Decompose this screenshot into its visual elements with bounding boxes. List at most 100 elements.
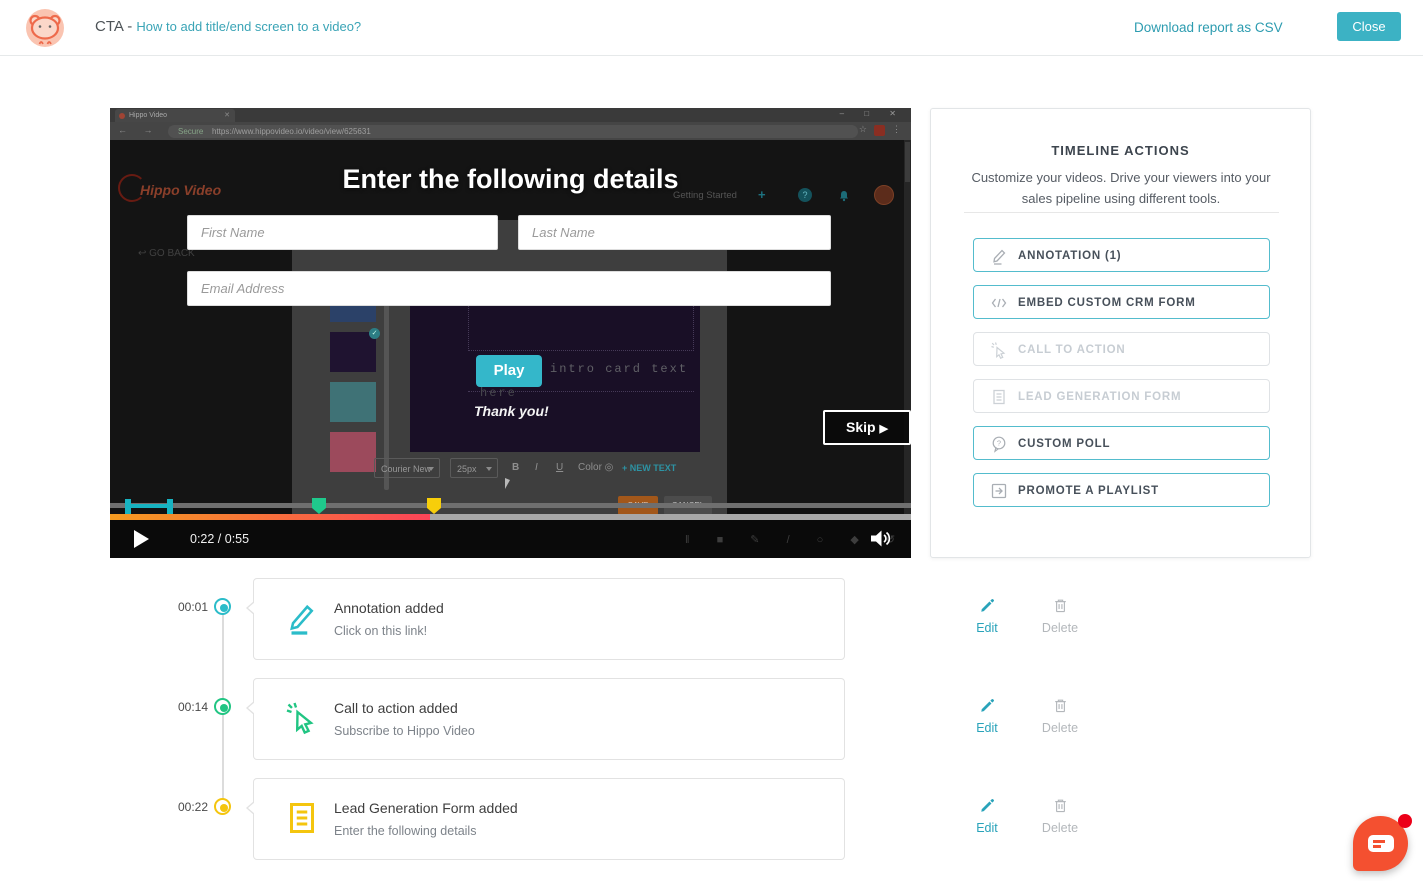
- color-picker-label: Color ◎: [578, 462, 613, 473]
- delete-label: Delete: [1034, 721, 1086, 735]
- cta-marker[interactable]: [312, 498, 326, 508]
- close-button[interactable]: Close: [1337, 12, 1401, 41]
- event-card-cta: Call to action added Subscribe to Hippo …: [253, 678, 845, 760]
- play-button[interactable]: [134, 530, 149, 548]
- action-label: PROMOTE A PLAYLIST: [1018, 474, 1159, 508]
- font-family-select: Courier New: [374, 458, 440, 478]
- font-family-value: Courier New: [381, 464, 431, 474]
- url-text: https://www.hippovideo.io/video/view/625…: [212, 125, 371, 138]
- thank-you-text: Thank you!: [474, 403, 549, 419]
- bookmark-star-icon: ☆: [859, 124, 867, 135]
- delete-button[interactable]: Delete: [1034, 597, 1086, 635]
- text-selection-box: [468, 299, 694, 351]
- font-size-value: 25px: [457, 464, 477, 474]
- event-subtitle: Subscribe to Hippo Video: [334, 724, 475, 738]
- delete-button[interactable]: Delete: [1034, 797, 1086, 835]
- skip-button[interactable]: Skip ▶: [823, 410, 911, 445]
- form-icon: [284, 800, 320, 836]
- event-timestamp: 00:01: [158, 600, 208, 614]
- skip-label: Skip: [846, 419, 876, 435]
- video-title: How to add title/end screen to a video?: [136, 19, 361, 34]
- font-size-select: 25px: [450, 458, 498, 478]
- intro-preview: Play intro card text here Thank you!: [410, 287, 700, 452]
- pencil-icon: [284, 600, 320, 636]
- playlist-icon: [990, 482, 1008, 500]
- page-title: CTA - How to add title/end screen to a v…: [95, 18, 361, 35]
- bold-icon: B: [512, 462, 519, 473]
- trash-icon: [1052, 597, 1069, 614]
- download-csv-link[interactable]: Download report as CSV: [1134, 20, 1283, 35]
- recorded-go-back: ↩ GO BACK: [138, 248, 195, 259]
- form-icon: [990, 388, 1008, 406]
- favicon-icon: [119, 113, 125, 119]
- extension-icon: [874, 125, 885, 136]
- embed-crm-form-button[interactable]: EMBED CUSTOM CRM FORM: [973, 285, 1270, 319]
- cursor-click-icon: [990, 341, 1008, 359]
- title-prefix: CTA -: [95, 18, 132, 35]
- italic-icon: I: [535, 462, 538, 473]
- event-title: Call to action added: [334, 700, 458, 716]
- edit-pencil-icon: [979, 797, 996, 814]
- trash-icon: [1052, 797, 1069, 814]
- action-label: CUSTOM POLL: [1018, 427, 1110, 461]
- custom-poll-button[interactable]: ? CUSTOM POLL: [973, 426, 1270, 460]
- recorded-browser-tab: Hippo Video ✕: [115, 109, 235, 122]
- hippo-logo-icon: [25, 8, 65, 48]
- action-label: EMBED CUSTOM CRM FORM: [1018, 286, 1196, 320]
- promote-playlist-button[interactable]: PROMOTE A PLAYLIST: [973, 473, 1270, 507]
- edit-label: Edit: [961, 621, 1013, 635]
- event-subtitle: Click on this link!: [334, 624, 427, 638]
- delete-button[interactable]: Delete: [1034, 697, 1086, 735]
- event-subtitle: Enter the following details: [334, 824, 476, 838]
- tab-close-icon: ✕: [224, 109, 230, 122]
- annotation-action-button[interactable]: ANNOTATION (1): [973, 238, 1270, 272]
- recorded-page-scrollbar: [904, 140, 911, 558]
- window-controls: – □ ✕: [840, 109, 905, 118]
- action-label: CALL TO ACTION: [1018, 333, 1125, 367]
- recorded-play-button: Play: [476, 355, 542, 387]
- cursor-click-icon: [284, 700, 320, 736]
- intro-card-text: intro card text: [550, 362, 688, 376]
- call-to-action-button: CALL TO ACTION: [973, 332, 1270, 366]
- edit-pencil-icon: [979, 597, 996, 614]
- edit-button[interactable]: Edit: [961, 597, 1013, 635]
- recorded-browser-tabbar: Hippo Video ✕ – □ ✕: [110, 108, 911, 122]
- panel-title: TIMELINE ACTIONS: [931, 143, 1310, 158]
- event-card-lead-form: Lead Generation Form added Enter the fol…: [253, 778, 845, 860]
- chat-widget-button[interactable]: [1353, 816, 1408, 871]
- dialog-text-toolbar: Courier New 25px B I U Color ◎ + NEW TEX…: [292, 458, 727, 480]
- event-timestamp: 00:14: [158, 700, 208, 714]
- panel-description: Customize your videos. Drive your viewer…: [966, 167, 1276, 209]
- browser-menu-icon: ⋮: [892, 124, 901, 135]
- delete-label: Delete: [1034, 621, 1086, 635]
- delete-label: Delete: [1034, 821, 1086, 835]
- event-card-annotation: Annotation added Click on this link! Edi…: [253, 578, 845, 660]
- event-dot[interactable]: [214, 598, 231, 615]
- recorded-mouse-cursor: [505, 478, 510, 489]
- pencil-icon: [990, 247, 1008, 265]
- address-bar: Secure https://www.hippovideo.io/video/v…: [168, 125, 858, 138]
- first-name-field[interactable]: [187, 215, 498, 250]
- play-arrow-icon: ▶: [880, 423, 888, 435]
- lead-form-marker[interactable]: [427, 498, 441, 508]
- chat-bubble-icon: [1368, 835, 1394, 852]
- template-thumbnail: [330, 382, 376, 422]
- code-icon: [990, 294, 1008, 312]
- event-dot[interactable]: [214, 698, 231, 715]
- tab-title: Hippo Video: [129, 112, 167, 119]
- event-dot[interactable]: [214, 798, 231, 815]
- caret-down-icon: [486, 467, 492, 471]
- volume-icon[interactable]: [870, 529, 893, 553]
- edit-button[interactable]: Edit: [961, 797, 1013, 835]
- intro-card-text: here: [480, 386, 517, 400]
- lead-form-title: Enter the following details: [110, 164, 911, 195]
- marker-track[interactable]: [110, 503, 911, 508]
- event-title: Lead Generation Form added: [334, 800, 518, 816]
- email-field[interactable]: [187, 271, 831, 306]
- app-header: CTA - How to add title/end screen to a v…: [0, 0, 1423, 56]
- annotation-range-bar[interactable]: [125, 504, 173, 508]
- timeline-actions-panel: TIMELINE ACTIONS Customize your videos. …: [930, 108, 1311, 558]
- lead-generation-form-button: LEAD GENERATION FORM: [973, 379, 1270, 413]
- edit-button[interactable]: Edit: [961, 697, 1013, 735]
- last-name-field[interactable]: [518, 215, 831, 250]
